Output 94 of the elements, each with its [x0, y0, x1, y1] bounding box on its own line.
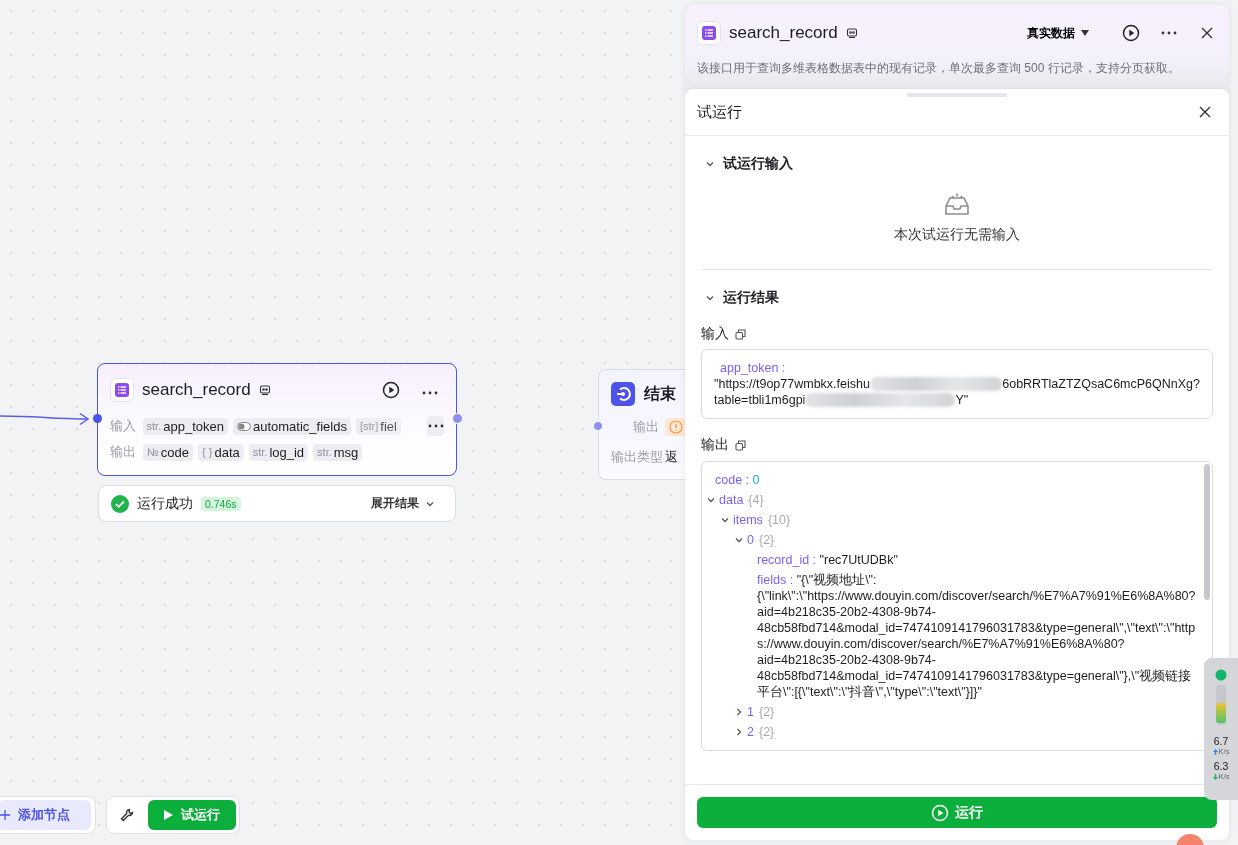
row-label: 输出 — [110, 443, 137, 461]
param-name: log_id — [269, 444, 305, 460]
down-arrow-icon — [1212, 773, 1218, 780]
test-run-button[interactable]: 试运行 — [148, 800, 236, 830]
run-button[interactable]: 运行 — [697, 797, 1217, 828]
more-icon[interactable] — [422, 391, 438, 395]
chevron-down-icon[interactable] — [705, 293, 715, 303]
chevron-right-icon[interactable] — [734, 727, 744, 737]
panel-description: 该接口用于查询多维表格数据表中的现有记录，单次最多查询 500 行记录，支持分页获取。 — [697, 60, 1181, 77]
chevron-down-icon[interactable] — [705, 159, 715, 169]
play-circle-icon[interactable] — [382, 381, 400, 399]
node-card[interactable]: 结束 输出 输出类型返 — [598, 369, 685, 480]
copy-icon[interactable] — [735, 439, 746, 451]
field-label: 输出 — [701, 436, 729, 454]
add-node-button[interactable]: 添加节点 — [0, 800, 91, 830]
param-name: automatic_fields — [252, 418, 347, 434]
output-type-value: 返 — [665, 448, 678, 466]
port-dot[interactable] — [593, 421, 603, 431]
port-dot[interactable] — [452, 413, 463, 424]
param-name: data — [214, 444, 240, 460]
json-key[interactable]: 2 — [747, 725, 754, 739]
param-name: code — [160, 444, 189, 460]
sheet-title: 试运行 — [697, 102, 742, 122]
up-arrow-icon — [1212, 748, 1218, 755]
type-label: № — [147, 446, 159, 458]
empty-message: 本次试运行无需输入 — [894, 226, 1020, 244]
node-title: search_record — [142, 380, 251, 400]
upload-speed: 6.7 — [1213, 735, 1229, 747]
item-count: {10} — [767, 513, 791, 527]
json-key[interactable]: items — [733, 513, 763, 527]
item-count: {2} — [758, 533, 775, 547]
wrench-icon — [120, 808, 134, 822]
type-label: str. — [252, 446, 268, 458]
json-entry: fields : "{\"视频地址\":{\"link\":\"https://www.douyin.com/discover/search/%E7%A7%91%E6%8A%80?aid=4b218c35-20b2-4308-9b74-48cb58fbd714&modal_id=7474109141796031783&type=general\",\"text\":\"https://www.douyin.com/discover/search/%E7%A7%91%E6%8A%80?aid=4b218c35-20b2-4308-9b74-48cb58fbd714&modal_id=7474109141796031783&type=general\"},\"视频链接平台\":[{\"text\":\"抖音\",\"type\":\"text\"}]}" — [756, 572, 1197, 701]
node-card[interactable]: search_record 输入 str.app_token automatic_fields [str]fiel 输出 №code { }data str.log_id str.msg — [97, 363, 457, 476]
robot-icon — [258, 384, 271, 396]
item-count: {2} — [758, 725, 775, 739]
type-label: [str] — [359, 420, 379, 432]
status-text: 运行成功 — [137, 494, 193, 513]
node-title: 结束 — [644, 383, 676, 404]
close-icon[interactable] — [1199, 106, 1211, 118]
json-value: 6obRRTlaZTZQsaC6mcP6QNnXg? — [1002, 376, 1200, 392]
chevron-right-icon[interactable] — [734, 707, 744, 717]
param-name: app_token — [163, 418, 224, 434]
json-key[interactable]: 0 — [747, 533, 754, 547]
toggle-icon — [236, 421, 251, 431]
warning-icon — [669, 420, 683, 434]
section-title: 运行结果 — [723, 289, 779, 307]
caret-down-icon — [1081, 30, 1089, 36]
close-icon[interactable] — [1201, 27, 1213, 39]
more-icon[interactable] — [427, 424, 444, 428]
success-check-icon — [111, 494, 129, 513]
row-label: 输入 — [110, 417, 137, 435]
row-label: 输出 — [632, 418, 659, 436]
more-params-button[interactable] — [427, 416, 444, 436]
copy-icon[interactable] — [735, 328, 746, 340]
plus-icon — [0, 810, 10, 820]
json-value: "https://t9op77wmbkx.feishu — [714, 376, 870, 392]
json-value: Y" — [955, 392, 969, 408]
more-icon[interactable] — [1161, 31, 1177, 35]
status-dot-icon — [1215, 669, 1227, 681]
exit-icon — [611, 382, 635, 406]
json-value: table=tbli1m6gpi — [714, 392, 806, 408]
section-title: 试运行输入 — [723, 155, 793, 173]
chevron-down-icon[interactable] — [706, 495, 716, 505]
gauge-icon — [1215, 685, 1227, 725]
table-icon — [697, 21, 721, 45]
play-icon — [164, 810, 173, 820]
json-key[interactable]: data — [719, 493, 744, 507]
json-entry: code : 0 — [714, 472, 761, 489]
data-mode-dropdown[interactable]: 真实数据 — [1027, 24, 1089, 42]
field-label: 输入 — [701, 325, 729, 343]
json-entry: record_id : "rec7UtUDBk" — [756, 552, 899, 569]
scrollbar-thumb[interactable] — [1204, 464, 1210, 600]
type-label: str. — [146, 420, 162, 432]
duration-badge: 0.746s — [201, 496, 241, 511]
type-label: { } — [202, 446, 213, 458]
table-icon — [110, 378, 134, 402]
empty-tray-icon — [943, 192, 971, 218]
robot-icon — [845, 27, 858, 39]
chevron-down-icon[interactable] — [720, 515, 730, 525]
expand-results-button[interactable]: 展开结果 — [371, 495, 443, 512]
item-count: {4} — [748, 493, 764, 507]
param-name: msg — [333, 444, 359, 460]
port-dot[interactable] — [93, 414, 102, 423]
type-label: str. — [317, 446, 332, 458]
chevron-down-icon[interactable] — [734, 535, 744, 545]
param-name: fiel — [380, 418, 397, 434]
play-circle-icon[interactable] — [1122, 24, 1140, 42]
panel-title: search_record — [729, 23, 838, 43]
json-key[interactable]: 1 — [747, 705, 754, 719]
item-count: {2} — [758, 705, 775, 719]
download-speed: 6.3 — [1213, 760, 1229, 772]
json-key: app_token : — [720, 361, 786, 375]
